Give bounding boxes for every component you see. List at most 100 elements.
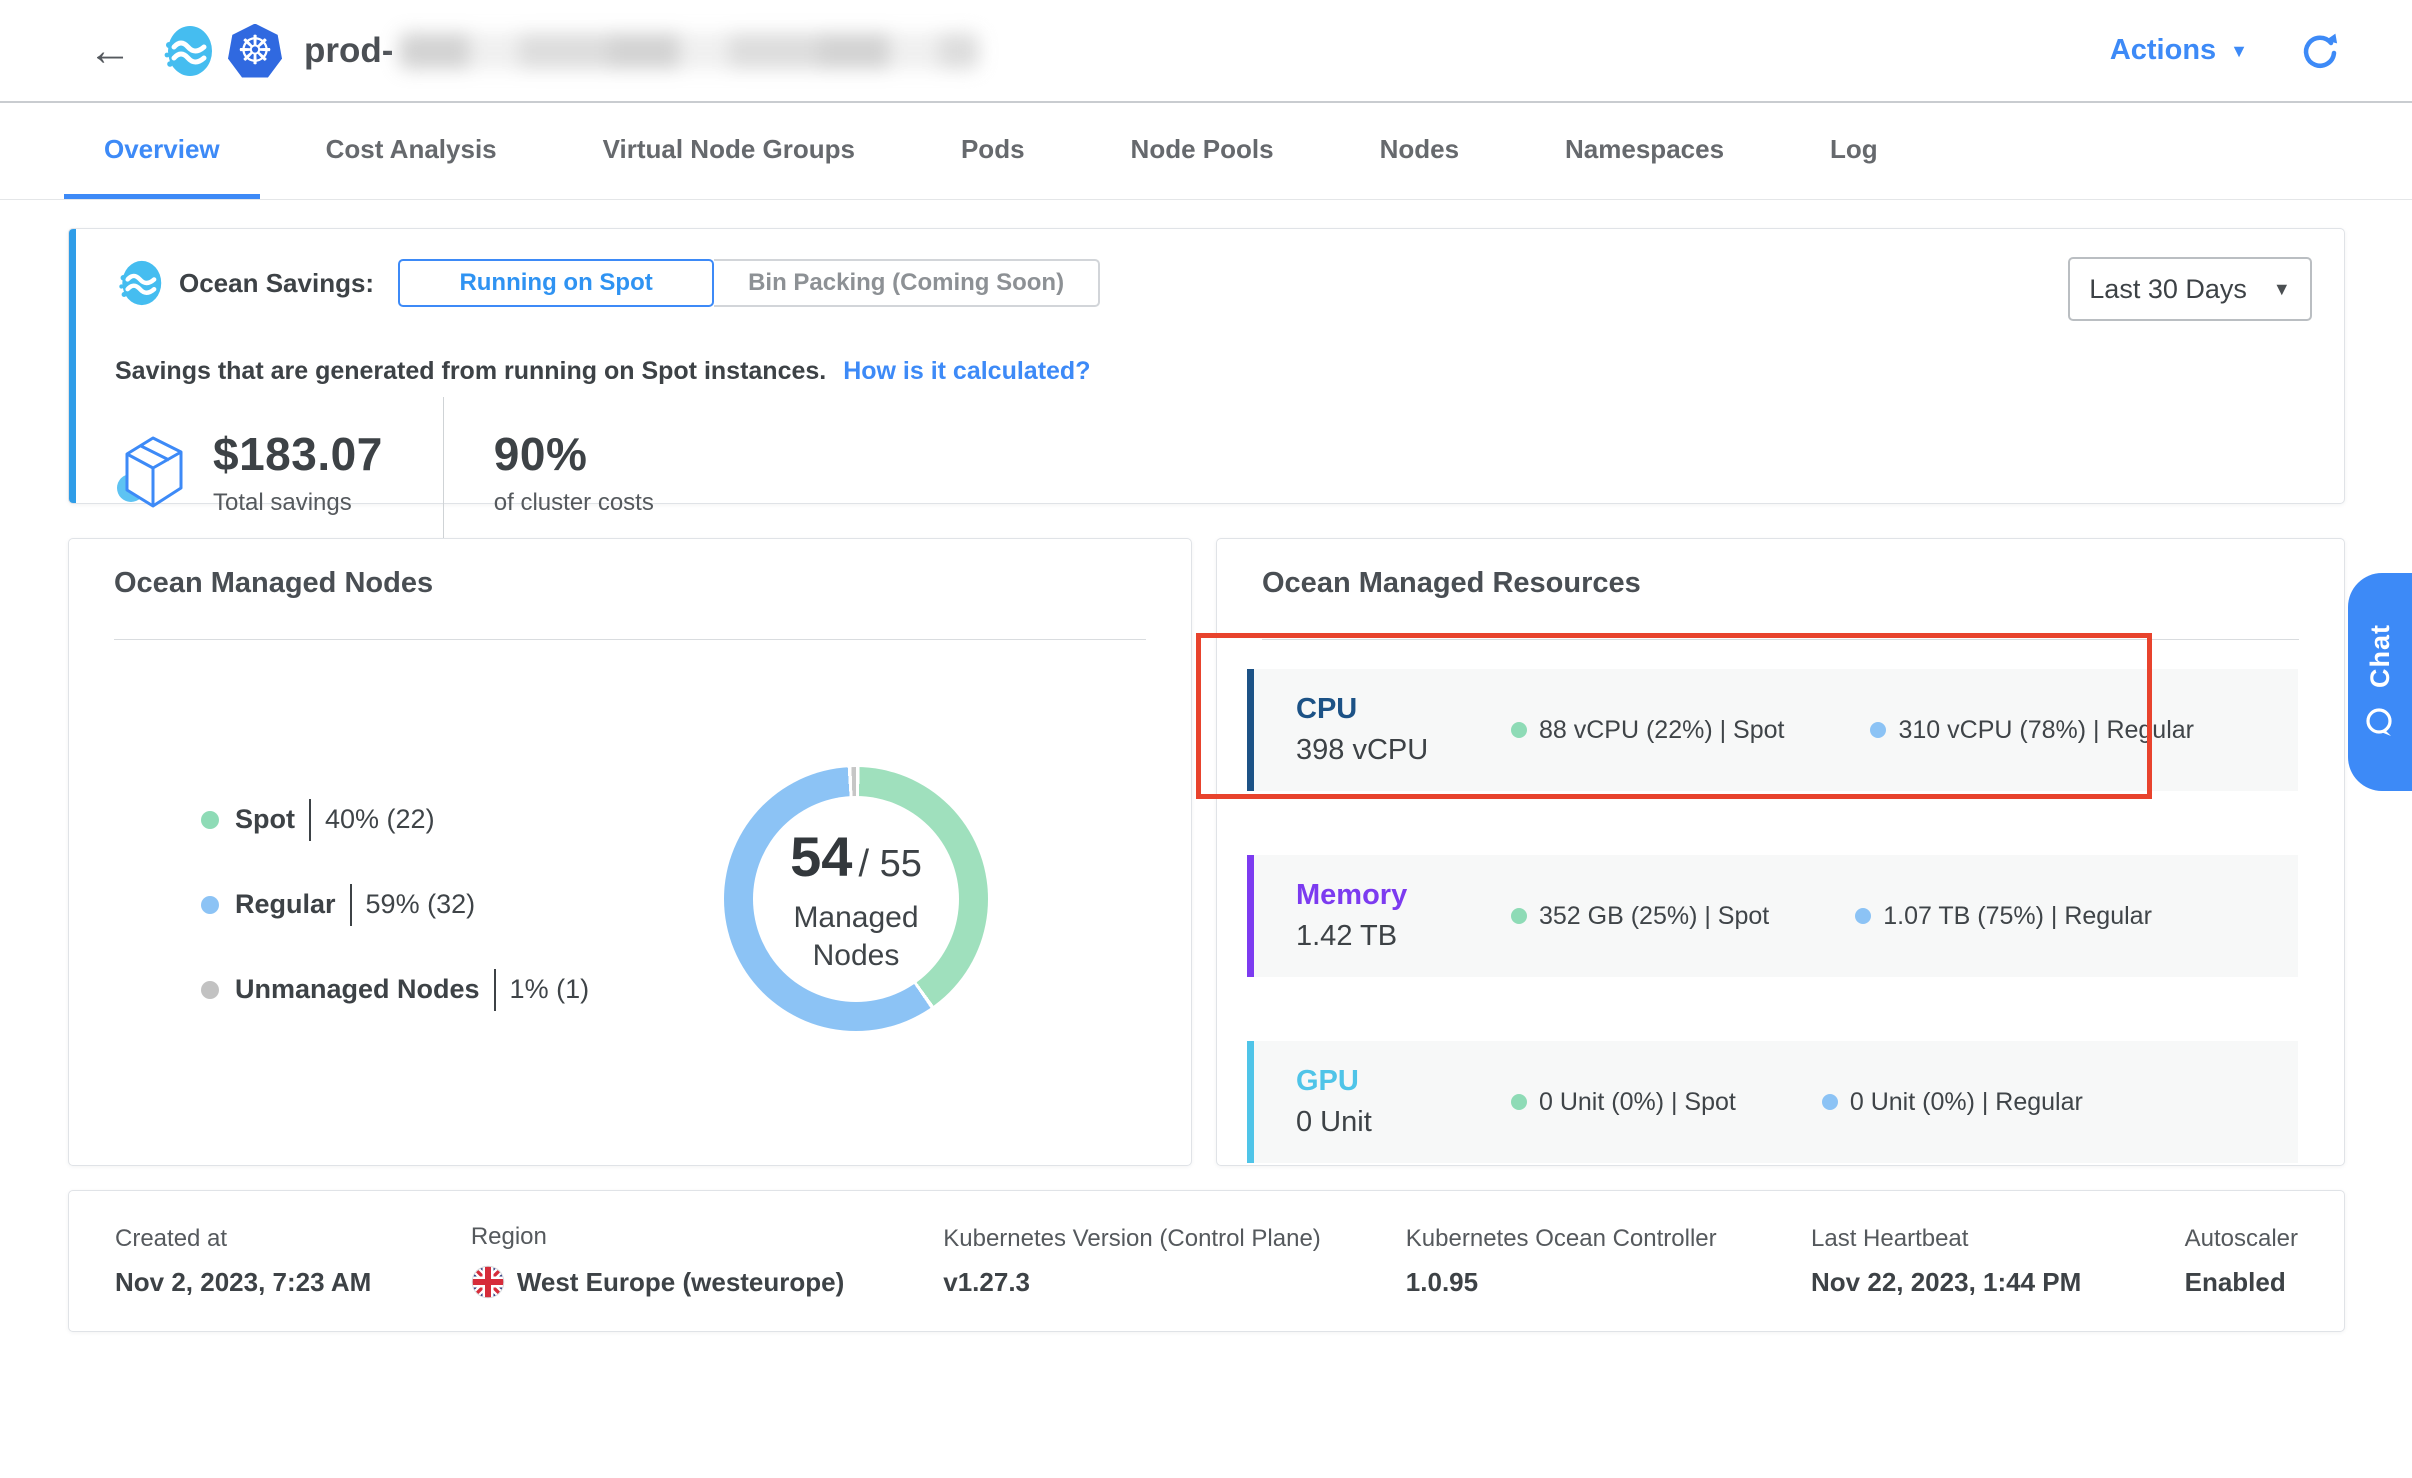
kubernetes-icon: ☸ bbox=[228, 24, 282, 78]
donut-center: 54 / 55 Managed Nodes bbox=[753, 796, 959, 1002]
gpu-spot-stat: 0 Unit (0%) | Spot bbox=[1511, 1088, 1736, 1117]
chat-label: Chat bbox=[2365, 624, 2396, 688]
chat-bubble-icon bbox=[2363, 706, 2397, 740]
memory-accent-bar bbox=[1247, 855, 1254, 977]
cpu-spot-stat: 88 vCPU (22%) | Spot bbox=[1511, 716, 1784, 745]
legend-label: Regular bbox=[235, 889, 336, 920]
tab-label: Cost Analysis bbox=[326, 134, 497, 165]
tab-label: Virtual Node Groups bbox=[603, 134, 855, 165]
cluster-cost-metric: 90% of cluster costs bbox=[494, 427, 654, 517]
info-label: Last Heartbeat bbox=[1811, 1225, 2185, 1253]
tab-namespaces[interactable]: Namespaces bbox=[1525, 105, 1764, 199]
info-label: Autoscaler bbox=[2185, 1225, 2298, 1253]
tab-overview[interactable]: Overview bbox=[64, 105, 260, 199]
spot-dot-icon bbox=[1511, 722, 1527, 738]
legend-item-regular: Regular 59% (32) bbox=[201, 862, 589, 947]
gpu-name: GPU bbox=[1296, 1065, 1511, 1098]
info-value: 1.0.95 bbox=[1406, 1267, 1811, 1298]
page-header: ← ☸ prod- Actions ▼ bbox=[0, 0, 2412, 103]
how-calculated-link[interactable]: How is it calculated? bbox=[843, 357, 1090, 385]
info-autoscaler: Autoscaler Enabled bbox=[2185, 1225, 2298, 1298]
info-created-at: Created at Nov 2, 2023, 7:23 AM bbox=[115, 1225, 471, 1298]
nodes-legend: Spot 40% (22) Regular 59% (32) Unmanaged… bbox=[201, 777, 589, 1032]
spot-dot-icon bbox=[1511, 1094, 1527, 1110]
uk-flag-icon bbox=[471, 1265, 505, 1299]
stat-text: 0 Unit (0%) | Spot bbox=[1539, 1088, 1736, 1117]
tab-cost-analysis[interactable]: Cost Analysis bbox=[286, 105, 537, 199]
back-arrow-icon[interactable]: ← bbox=[88, 29, 132, 73]
cluster-cost-label: of cluster costs bbox=[494, 489, 654, 517]
gpu-total: 0 Unit bbox=[1296, 1106, 1511, 1139]
savings-cube-icon bbox=[115, 432, 191, 512]
tab-nodes[interactable]: Nodes bbox=[1340, 105, 1499, 199]
tab-pods[interactable]: Pods bbox=[921, 105, 1065, 199]
divider bbox=[114, 639, 1146, 640]
stat-text: 352 GB (25%) | Spot bbox=[1539, 902, 1769, 931]
gpu-accent-bar bbox=[1247, 1041, 1254, 1163]
tab-node-pools[interactable]: Node Pools bbox=[1091, 105, 1314, 199]
header-actions: Actions ▼ bbox=[2110, 31, 2340, 71]
stat-text: 0 Unit (0%) | Regular bbox=[1850, 1088, 2083, 1117]
regular-dot-icon bbox=[201, 896, 219, 914]
savings-mode-toggle: Running on Spot Bin Packing (Coming Soon… bbox=[398, 259, 1100, 307]
period-dropdown[interactable]: Last 30 Days ▼ bbox=[2068, 257, 2312, 321]
tab-log[interactable]: Log bbox=[1790, 105, 1918, 199]
ocean-wave-icon bbox=[117, 260, 163, 306]
info-value: Nov 22, 2023, 1:44 PM bbox=[1811, 1267, 2185, 1298]
tab-label: Node Pools bbox=[1131, 134, 1274, 165]
tab-bar: Overview Cost Analysis Virtual Node Grou… bbox=[0, 105, 2412, 200]
tab-label: Pods bbox=[961, 134, 1025, 165]
savings-description: Savings that are generated from running … bbox=[115, 357, 1090, 386]
info-last-heartbeat: Last Heartbeat Nov 22, 2023, 1:44 PM bbox=[1811, 1225, 2185, 1298]
savings-description-text: Savings that are generated from running … bbox=[115, 357, 826, 385]
tab-virtual-node-groups[interactable]: Virtual Node Groups bbox=[563, 105, 895, 199]
legend-item-unmanaged: Unmanaged Nodes 1% (1) bbox=[201, 947, 589, 1032]
info-value: West Europe (westeurope) bbox=[517, 1267, 844, 1298]
managed-resources-title: Ocean Managed Resources bbox=[1262, 567, 1641, 600]
total-savings-value: $183.07 bbox=[213, 427, 383, 481]
bin-packing-toggle[interactable]: Bin Packing (Coming Soon) bbox=[714, 259, 1100, 307]
ocean-savings-card: Ocean Savings: Running on Spot Bin Packi… bbox=[68, 228, 2345, 504]
cluster-cost-percent: 90% bbox=[494, 427, 654, 481]
legend-value: 1% (1) bbox=[510, 974, 590, 1005]
info-region: Region West Europe (westeurope) bbox=[471, 1223, 943, 1299]
cluster-title: prod- bbox=[304, 31, 979, 71]
chat-button[interactable]: Chat bbox=[2348, 573, 2412, 791]
period-value: Last 30 Days bbox=[2089, 274, 2247, 305]
cpu-accent-bar bbox=[1247, 669, 1254, 791]
ocean-managed-resources-card: Ocean Managed Resources CPU 398 vCPU 88 … bbox=[1216, 538, 2345, 1166]
memory-spot-stat: 352 GB (25%) | Spot bbox=[1511, 902, 1769, 931]
chevron-down-icon: ▼ bbox=[2273, 280, 2291, 298]
legend-value: 59% (32) bbox=[366, 889, 476, 920]
actions-label: Actions bbox=[2110, 34, 2216, 67]
legend-value: 40% (22) bbox=[325, 804, 435, 835]
stat-text: 88 vCPU (22%) | Spot bbox=[1539, 716, 1784, 745]
chevron-down-icon: ▼ bbox=[2230, 42, 2248, 60]
legend-item-spot: Spot 40% (22) bbox=[201, 777, 589, 862]
refresh-icon[interactable] bbox=[2300, 31, 2340, 71]
tab-label: Log bbox=[1830, 134, 1878, 165]
running-on-spot-toggle[interactable]: Running on Spot bbox=[398, 259, 714, 307]
info-label: Region bbox=[471, 1223, 943, 1251]
legend-separator bbox=[350, 884, 352, 926]
resource-row-gpu: GPU 0 Unit 0 Unit (0%) | Spot 0 Unit (0%… bbox=[1247, 1041, 2298, 1163]
info-label: Kubernetes Version (Control Plane) bbox=[943, 1225, 1406, 1253]
donut-center-label: Managed Nodes bbox=[786, 899, 926, 974]
spot-dot-icon bbox=[201, 811, 219, 829]
actions-button[interactable]: Actions ▼ bbox=[2110, 34, 2248, 67]
info-value: v1.27.3 bbox=[943, 1267, 1406, 1298]
tab-label: Overview bbox=[104, 134, 220, 165]
info-value: Nov 2, 2023, 7:23 AM bbox=[115, 1267, 471, 1298]
memory-total: 1.42 TB bbox=[1296, 920, 1511, 953]
memory-name: Memory bbox=[1296, 879, 1511, 912]
info-label: Kubernetes Ocean Controller bbox=[1406, 1225, 1811, 1253]
metric-divider bbox=[443, 397, 444, 547]
managed-count: 54 bbox=[790, 824, 852, 889]
resource-row-memory: Memory 1.42 TB 352 GB (25%) | Spot 1.07 … bbox=[1247, 855, 2298, 977]
managed-nodes-donut: 54 / 55 Managed Nodes bbox=[724, 767, 988, 1031]
tab-label: Nodes bbox=[1380, 134, 1459, 165]
regular-dot-icon bbox=[1855, 908, 1871, 924]
regular-dot-icon bbox=[1870, 722, 1886, 738]
ocean-savings-label: Ocean Savings: bbox=[179, 268, 374, 299]
cluster-title-prefix: prod- bbox=[304, 31, 393, 71]
